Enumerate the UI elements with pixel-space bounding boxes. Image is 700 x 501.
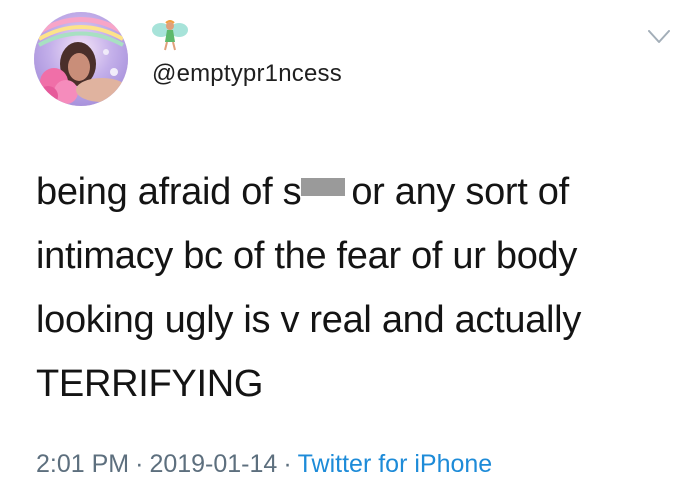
tweet-source-link[interactable]: Twitter for iPhone bbox=[298, 450, 493, 478]
meta-separator: · bbox=[283, 450, 292, 478]
tweet-time[interactable]: 2:01 PM bbox=[36, 450, 129, 478]
tweet-meta: 2:01 PM · 2019-01-14 · Twitter for iPhone bbox=[36, 450, 492, 479]
tweet-text: being afraid of s or any sort of intimacy… bbox=[36, 160, 676, 416]
avatar[interactable] bbox=[34, 12, 128, 106]
tweet-line: intimacy bc of the fear of ur body bbox=[36, 235, 578, 277]
user-handle[interactable]: @emptypr1ncess bbox=[152, 60, 342, 88]
meta-separator: · bbox=[135, 450, 144, 478]
fairy-emoji-icon bbox=[151, 18, 189, 52]
tweet-line: being afraid of s or any sort of bbox=[36, 160, 676, 224]
tweet-line-text: being afraid of s bbox=[36, 171, 302, 213]
tweet-line-text: or any sort of bbox=[351, 171, 569, 213]
censor-bar-icon bbox=[301, 178, 346, 196]
tweet-line: looking ugly is v real and actually bbox=[36, 299, 582, 341]
tweet-card: @emptypr1ncess being afraid of s or any s… bbox=[0, 0, 700, 501]
tweet-date[interactable]: 2019-01-14 bbox=[149, 450, 277, 478]
tweet-line: TERRIFYING bbox=[36, 363, 264, 405]
chevron-down-icon[interactable] bbox=[648, 30, 670, 44]
profile-photo-icon bbox=[34, 12, 128, 106]
